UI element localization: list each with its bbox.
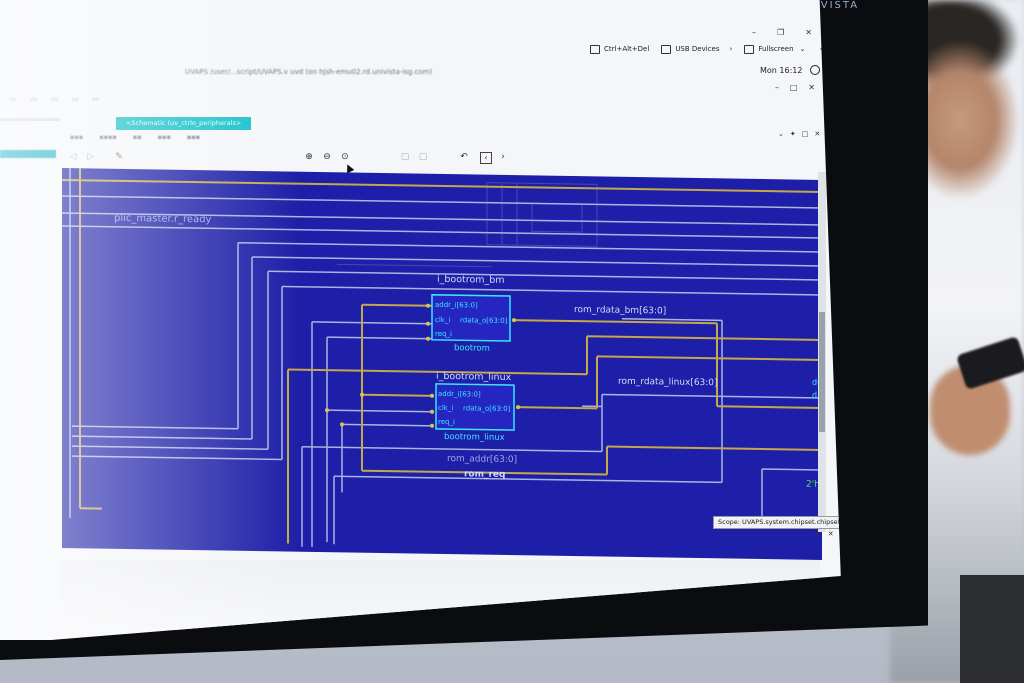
block-i-bootrom-bm[interactable]: i_bootrom_bm addr_i[63:0] clk_i req_i rd… [431,274,511,354]
monitor-stand [960,575,1024,683]
pin-icon[interactable]: ✦ [814,530,820,538]
schematic-menu-bar: ▪▪▪ ▪▪▪▪ ▪▪ ▪▪▪ ▪▪▪ [70,133,200,141]
select-icon[interactable]: ▢ [418,152,428,162]
app-window-title: UVAPS /user/...script/UVAPS.v uvd (on hj… [185,68,433,76]
usb-icon [661,44,672,54]
port-label: clk_i [438,404,453,412]
chevron-down-icon[interactable]: ⌄ [800,530,806,538]
bus-wires-yellow-2 [287,303,822,544]
zoom-fit-icon[interactable]: ⊙ [340,152,350,162]
chevron-down-icon[interactable]: ⌄ [778,130,784,138]
faded-module [337,182,598,268]
ctrl-alt-del-button[interactable]: Ctrl+Alt+Del [590,44,650,54]
port-label: rdata_o[63:0] [460,316,508,325]
port-label: addr_i[63:0] [438,390,481,399]
monitor-screen: – ❐ ✕ Ctrl+Alt+Del USB Devices › Fullscr… [0,0,841,640]
fullscreen-button[interactable]: Fullscreen ⌄ [744,44,806,54]
toolbar-icon[interactable]: ▭ [93,95,100,109]
zoom-out-icon[interactable]: ⊖ [322,152,332,162]
usb-devices-label: USB Devices [675,45,720,53]
app-window-controls: – □ ✕ [775,83,815,92]
menu-item[interactable]: ▪▪▪▪ [99,133,117,141]
close-icon[interactable]: ✕ [828,530,834,538]
block-i-bootrom-linux[interactable]: i_bootrom_linux addr_i[63:0] clk_i req_i… [435,371,515,443]
ctrl-alt-del-label: Ctrl+Alt+Del [604,45,650,53]
port-label: req_i [435,330,452,338]
schematic-window-controls: ⌄ ✦ □ ✕ [778,130,820,138]
schematic-drawing: i_bootrom_bm addr_i[63:0] clk_i req_i rd… [62,168,822,547]
fullscreen-label: Fullscreen [758,45,794,53]
close-icon[interactable]: ✕ [814,130,820,138]
zoom-in-icon[interactable]: ⊕ [304,152,314,162]
minimize-icon[interactable]: – [752,28,756,37]
select-icon[interactable]: ▢ [400,152,410,162]
toolbar-icon[interactable]: ▭ [72,95,79,109]
system-clock: Mon 16:12 [760,65,821,75]
undo-icon[interactable]: ↶ [459,152,469,162]
keyboard-icon [590,44,600,54]
app-maximize-icon[interactable]: □ [790,83,798,92]
port-label: rdata_o[63:0] [463,404,511,413]
instance-name: i_bootrom_linux [436,371,512,383]
chevron-left-icon[interactable]: ‹ [480,152,492,164]
bottom-pane-controls: ⌄ ✦ ✕ [800,530,834,538]
menu-item[interactable]: ▪▪ [133,133,142,141]
chevron-down-icon: ⌄ [799,45,806,53]
restore-icon[interactable]: ❐ [777,28,784,37]
chevron-right-icon: › [729,45,733,53]
module-name: bootrom_linux [444,432,505,443]
clock-text: Mon 16:12 [760,65,803,75]
remote-window-controls: – ❐ ✕ [752,28,812,37]
tab-schematic[interactable]: <Schematic (uv_ctrlo_peripherals> [116,117,252,130]
app-toolbar-strip: ▭ ▭ ▭ ▭ ▭ [0,95,310,109]
instance-name: i_bootrom_bm [437,274,505,286]
toolbar-icon[interactable]: ▭ [10,95,17,109]
close-icon[interactable]: ✕ [805,28,812,37]
net-label-rom-rdata-bm: rom_rdata_bm[63:0] [574,305,666,316]
fullscreen-icon [744,44,755,54]
brush-icon[interactable]: ✎ [114,152,124,162]
menu-item[interactable]: ▪▪▪ [158,133,171,141]
back-icon[interactable]: ◁ [68,152,78,162]
net-label-rom-rdata-linux: rom_rdata_linux[63:0] [618,377,718,389]
usb-devices-button[interactable]: USB Devices › [661,44,733,54]
port-label: clk_i [435,316,450,324]
maximize-icon[interactable]: □ [802,130,809,138]
toolbar-icon[interactable]: ▭ [31,95,38,109]
remote-toolbar: Ctrl+Alt+Del USB Devices › Fullscreen ⌄ … [590,38,829,60]
signal-wires-white [62,168,822,547]
net-label-rom-addr: rom_addr[63:0] [447,454,517,465]
forward-icon[interactable]: ▷ [86,152,96,162]
port-label: addr_i[63:0] [435,301,478,310]
toolbar-icon[interactable]: ▭ [51,95,58,109]
scrollbar-thumb[interactable] [819,312,825,432]
menu-item[interactable]: ▪▪▪ [70,133,83,141]
chevron-right-icon[interactable]: › [498,152,508,162]
power-icon[interactable] [810,65,821,75]
scope-status: Scope: UVAPS.system.chipset.chipset_i... [713,516,841,529]
module-name: bootrom [454,343,490,354]
schematic-toolbar: ◁ ▷ ✎ ⊕ ⊖ ⊙ ▢ ▢ ↶ ‹ › [64,150,824,166]
app-close-icon[interactable]: ✕ [808,83,815,92]
left-pane-selection[interactable] [0,150,56,158]
canvas-scrollbar[interactable] [818,172,826,532]
app-minimize-icon[interactable]: – [775,83,779,92]
net-label-plic-ready: plic_master.r_ready [114,213,212,226]
menu-item[interactable]: ▪▪▪ [187,133,200,141]
pin-icon[interactable]: ✦ [790,130,796,138]
net-label-rom-req: rom_req [464,469,505,480]
schematic-canvas[interactable]: i_bootrom_bm addr_i[63:0] clk_i req_i rd… [62,168,822,560]
port-label: req_i [438,418,455,426]
left-pane-divider [0,118,60,121]
